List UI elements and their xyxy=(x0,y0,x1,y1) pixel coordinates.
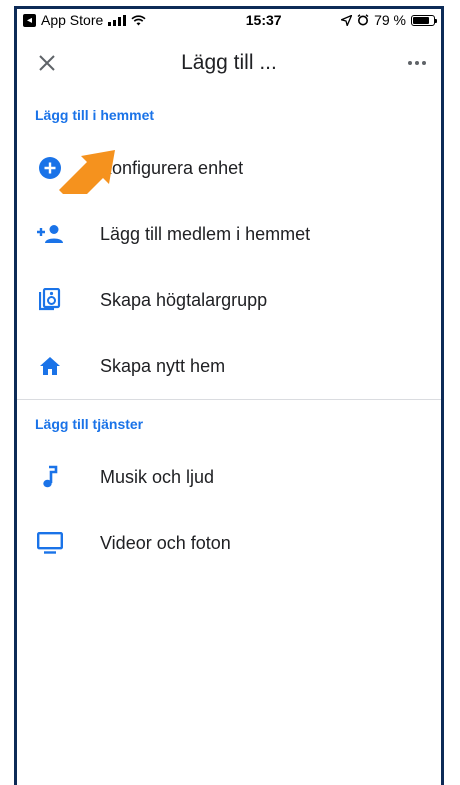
section-divider xyxy=(17,399,441,400)
battery-percent: 79 % xyxy=(374,12,406,28)
section-header-home: Lägg till i hemmet xyxy=(35,107,155,123)
list-item-label: Skapa nytt hem xyxy=(100,355,226,376)
pointer-arrow-icon xyxy=(59,150,115,194)
music-note-icon xyxy=(35,462,65,492)
home-icon xyxy=(35,351,65,381)
more-options-button[interactable] xyxy=(401,47,433,79)
back-app-label[interactable]: App Store xyxy=(41,12,103,28)
list-item-label: Lägg till medlem i hemmet xyxy=(100,223,311,244)
status-right: 79 % xyxy=(341,12,437,28)
clock: 15:37 xyxy=(245,12,282,28)
back-to-app-icon[interactable]: ◂ xyxy=(23,13,36,27)
list-item-speaker-group[interactable]: Skapa högtalargrupp xyxy=(17,267,441,333)
app-header: Lägg till ... xyxy=(17,31,441,95)
list-item-new-home[interactable]: Skapa nytt hem xyxy=(17,333,441,399)
battery-icon xyxy=(411,14,437,26)
section-header-services: Lägg till tjänster xyxy=(35,416,144,432)
list-item-label: Konfigurera enhet xyxy=(100,157,244,178)
list-item-label: Skapa högtalargrupp xyxy=(100,289,268,310)
person-add-icon xyxy=(35,219,65,249)
page-title: Lägg till ... xyxy=(181,51,277,74)
status-left: ◂ App Store xyxy=(23,12,146,28)
list-item-music[interactable]: Musik och ljud xyxy=(17,444,441,510)
speaker-group-icon xyxy=(35,285,65,315)
status-bar: ◂ App Store 15:37 79 % xyxy=(17,9,441,31)
phone-frame: ◂ App Store 15:37 79 % Lägg till ... Läg… xyxy=(14,6,444,785)
more-icon xyxy=(408,61,426,65)
tv-icon xyxy=(35,528,65,558)
location-icon xyxy=(341,14,353,26)
list-item-label: Musik och ljud xyxy=(100,466,215,487)
list-item-add-member[interactable]: Lägg till medlem i hemmet xyxy=(17,201,441,267)
list-item-label: Videor och foton xyxy=(100,532,231,553)
alarm-icon xyxy=(357,14,369,26)
battery-fill xyxy=(413,16,429,24)
list-item-video[interactable]: Videor och foton xyxy=(17,510,441,576)
wifi-icon xyxy=(131,14,146,25)
signal-icon xyxy=(108,14,127,26)
